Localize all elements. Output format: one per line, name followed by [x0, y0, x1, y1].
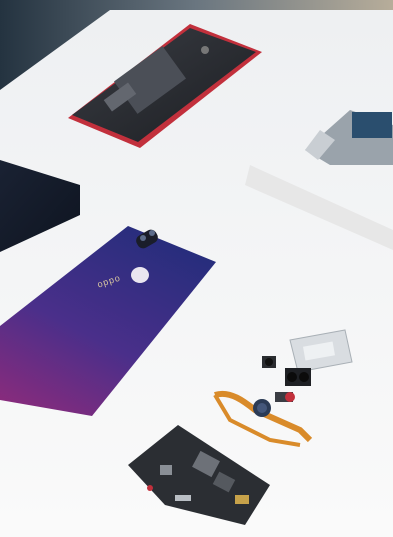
exploded-phone-photo [0, 0, 393, 537]
photo-scene: oppo [0, 0, 393, 537]
